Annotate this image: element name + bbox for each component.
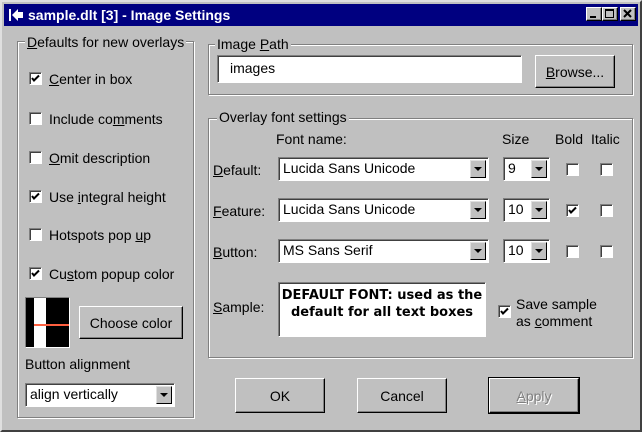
default-size-select[interactable]: 9 xyxy=(503,157,550,181)
use-integral-height-label[interactable]: Use integral height xyxy=(49,189,166,205)
ok-button[interactable]: OK xyxy=(235,378,325,413)
button-italic-checkbox[interactable] xyxy=(600,245,613,258)
image-path-value: images xyxy=(230,60,276,76)
default-font-label: Default: xyxy=(213,162,262,178)
browse-button[interactable]: Browse... xyxy=(535,55,615,88)
button-alignment-select[interactable]: align vertically xyxy=(25,383,175,407)
chevron-down-icon[interactable] xyxy=(470,201,486,219)
hotspots-pop-up-checkbox[interactable] xyxy=(29,228,42,241)
feature-bold-checkbox[interactable] xyxy=(566,204,579,217)
feature-size-select[interactable]: 10 xyxy=(503,198,550,222)
chevron-down-icon[interactable] xyxy=(470,160,486,178)
defaults-group-title: Defaults for new overlays xyxy=(25,34,187,50)
sample-label: Sample: xyxy=(213,299,265,315)
check-icon xyxy=(31,192,40,200)
maximize-button[interactable] xyxy=(602,7,618,21)
apply-button[interactable]: Apply xyxy=(489,378,579,413)
omit-description-label[interactable]: Omit description xyxy=(49,150,150,166)
include-comments-label[interactable]: Include comments xyxy=(49,111,163,127)
button-font-select[interactable]: MS Sans Serif xyxy=(278,239,489,263)
button-size-value: 10 xyxy=(508,242,524,258)
italic-header: Italic xyxy=(591,131,620,147)
app-icon xyxy=(8,7,24,23)
button-alignment-value: align vertically xyxy=(30,386,118,402)
choose-color-label: Choose color xyxy=(89,314,173,331)
feature-size-value: 10 xyxy=(508,201,524,217)
custom-popup-color-checkbox[interactable] xyxy=(29,267,42,280)
title-bar[interactable]: sample.dlt [3] - Image Settings xyxy=(4,4,638,26)
custom-popup-color-label[interactable]: Custom popup color xyxy=(49,266,174,282)
use-integral-height-checkbox[interactable] xyxy=(29,190,42,203)
check-icon xyxy=(31,269,40,277)
check-icon xyxy=(500,307,509,315)
save-sample-checkbox[interactable] xyxy=(498,305,511,318)
center-in-box-label[interactable]: Center in box xyxy=(49,71,132,87)
bold-header: Bold xyxy=(555,131,584,147)
font-settings-title: Overlay font settings xyxy=(217,109,349,125)
default-font-value: Lucida Sans Unicode xyxy=(283,160,416,176)
hotspots-pop-up-label[interactable]: Hotspots pop up xyxy=(49,227,151,243)
image-path-input[interactable]: images xyxy=(217,55,522,83)
close-button[interactable] xyxy=(620,7,636,21)
font-name-header: Font name: xyxy=(276,131,347,147)
minimize-icon xyxy=(590,16,596,18)
window-title: sample.dlt [3] - Image Settings xyxy=(28,7,231,23)
button-bold-checkbox[interactable] xyxy=(566,245,579,258)
cancel-button[interactable]: Cancel xyxy=(357,378,447,413)
browse-label: Browse... xyxy=(545,63,605,80)
button-alignment-label: Button alignment xyxy=(25,356,131,372)
chevron-down-icon[interactable] xyxy=(156,386,172,404)
image-settings-window: sample.dlt [3] - Image Settings Defaults… xyxy=(0,0,642,432)
button-font-label: Button: xyxy=(213,244,258,260)
close-icon xyxy=(623,9,632,18)
default-bold-checkbox[interactable] xyxy=(566,163,579,176)
chevron-down-icon[interactable] xyxy=(470,242,486,260)
sample-preview: DEFAULT FONT: used as the default for al… xyxy=(278,282,486,337)
default-font-select[interactable]: Lucida Sans Unicode xyxy=(278,157,489,181)
check-icon xyxy=(568,206,577,214)
save-sample-label[interactable]: Save sample as comment xyxy=(516,296,597,330)
apply-label: Apply xyxy=(516,387,552,404)
chevron-down-icon[interactable] xyxy=(531,201,547,219)
chevron-down-icon[interactable] xyxy=(531,242,547,260)
check-icon xyxy=(31,74,40,82)
button-font-value: MS Sans Serif xyxy=(283,242,373,258)
ok-label: OK xyxy=(269,387,291,404)
choose-color-button[interactable]: Choose color xyxy=(79,306,183,339)
default-size-value: 9 xyxy=(508,160,516,176)
popup-color-swatch xyxy=(25,297,70,348)
omit-description-checkbox[interactable] xyxy=(29,151,42,164)
color-preview-icon xyxy=(26,298,69,347)
size-header: Size xyxy=(502,131,530,147)
feature-font-label: Feature: xyxy=(213,203,266,219)
feature-italic-checkbox[interactable] xyxy=(600,204,613,217)
feature-font-select[interactable]: Lucida Sans Unicode xyxy=(278,198,489,222)
cancel-label: Cancel xyxy=(380,387,424,404)
default-italic-checkbox[interactable] xyxy=(600,163,613,176)
button-size-select[interactable]: 10 xyxy=(503,239,550,263)
image-path-title: Image Path xyxy=(215,36,291,52)
maximize-icon xyxy=(605,9,614,18)
minimize-button[interactable] xyxy=(586,7,602,21)
center-in-box-checkbox[interactable] xyxy=(29,72,42,85)
include-comments-checkbox[interactable] xyxy=(29,112,42,125)
chevron-down-icon[interactable] xyxy=(531,160,547,178)
feature-font-value: Lucida Sans Unicode xyxy=(283,201,416,217)
